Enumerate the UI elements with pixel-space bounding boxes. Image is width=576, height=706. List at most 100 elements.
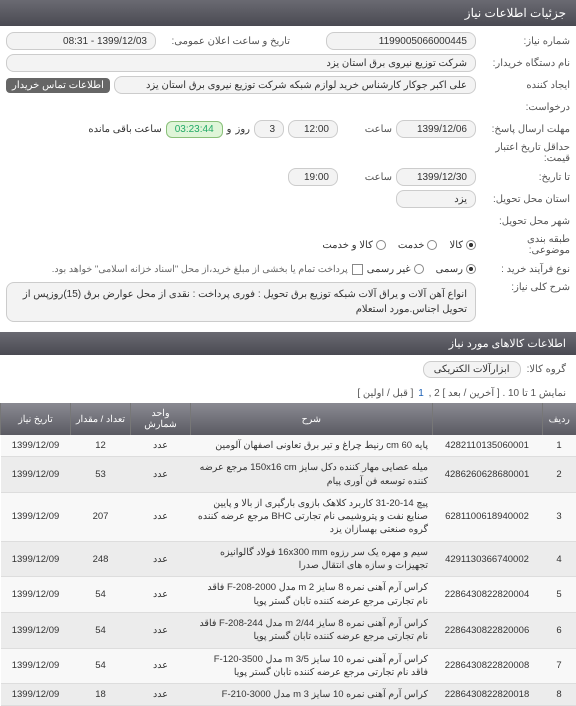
lbl-and: و (227, 124, 232, 135)
budget-label-2: کالا و خدمت (322, 240, 373, 251)
process-option-1[interactable]: غیر رسمی (367, 264, 424, 275)
payment-note: پرداخت تمام یا بخشی از مبلغ خرید،از محل … (6, 264, 348, 275)
table-row: 82286430822820018کراس آرم آهنی نمره 10 س… (1, 684, 576, 706)
cell-unit: عدد (131, 577, 191, 613)
cell-unit: عدد (131, 612, 191, 648)
cell-desc: کراس آرم آهنی نمره 10 سایز 3/5 m مدل F-1… (191, 648, 433, 684)
lbl-creator: ایجاد کننده (480, 80, 570, 91)
cell-code: 4282110135060001 (432, 435, 542, 457)
budget-radio-group: کالا خدمت کالا و خدمت (322, 240, 476, 251)
cell-unit: عدد (131, 492, 191, 541)
lbl-to-date: تا تاریخ: (480, 172, 570, 183)
lbl-public-time: تاریخ و ساعت اعلان عمومی: (160, 36, 290, 47)
col-header-3: واحد شمارش (131, 403, 191, 435)
cell-desc: سیم و مهره یک سر رزوه 16x300 mm فولاد گا… (191, 541, 433, 577)
lbl-main-desc: شرح کلی نیاز: (480, 282, 570, 293)
cell-unit: عدد (131, 684, 191, 706)
need-no-field: 1199005066000445 (326, 32, 476, 50)
col-header-2: شرح (191, 403, 433, 435)
budget-label-0: کالا (449, 240, 463, 251)
lbl-process: نوع فرآیند خرید : (480, 264, 570, 275)
cell-qty: 54 (71, 577, 131, 613)
pager: نمایش 1 تا 10 . [ آخرین / بعد ] 2 , 1 [ … (0, 384, 576, 403)
cell-desc: کراس آرم آهنی نمره 8 سایز 2 m مدل F-208-… (191, 577, 433, 613)
lbl-hour1: ساعت (342, 124, 392, 135)
cell-code: 2286430822820018 (432, 684, 542, 706)
process-label-0: رسمی (436, 264, 463, 275)
cell-date: 1399/12/09 (1, 612, 71, 648)
lbl-city: شهر محل تحویل: (480, 216, 570, 227)
radio-dot-icon (427, 240, 437, 250)
cell-desc: پیچ 14-20-31 کاربرد کلاهک بازوی بارگیری … (191, 492, 433, 541)
cell-n: 5 (542, 577, 576, 613)
cell-unit: عدد (131, 435, 191, 457)
pager-text: نمایش 1 تا 10 . [ آخرین / بعد ] 2 , (429, 388, 566, 399)
cell-n: 6 (542, 612, 576, 648)
budget-option-1[interactable]: خدمت (398, 240, 438, 251)
timer-badge: 03:23:44 (166, 121, 223, 138)
cell-code: 2286430822820006 (432, 612, 542, 648)
lbl-province: استان محل تحویل: (480, 194, 570, 205)
cell-code: 4291130366740002 (432, 541, 542, 577)
col-header-4: تعداد / مقدار (71, 403, 131, 435)
process-radio-group: رسمی غیر رسمی (367, 264, 476, 275)
lbl-need-no: شماره نیاز: (480, 36, 570, 47)
radio-dot-icon (414, 264, 424, 274)
cell-qty: 54 (71, 612, 131, 648)
lbl-budget: طبقه بندی موضوعی: (480, 234, 570, 256)
lbl-group: گروه کالا: (527, 364, 566, 375)
cell-n: 8 (542, 684, 576, 706)
panel-title: جزئیات اطلاعات نیاز (0, 0, 576, 26)
cell-n: 2 (542, 457, 576, 493)
radio-dot-icon (466, 264, 476, 274)
cell-qty: 53 (71, 457, 131, 493)
budget-option-2[interactable]: کالا و خدمت (322, 240, 386, 251)
cell-date: 1399/12/09 (1, 457, 71, 493)
items-header: اطلاعات کالاهای مورد نیاز (0, 332, 576, 355)
lbl-send-deadline: مهلت ارسال پاسخ: (480, 124, 570, 135)
cell-unit: عدد (131, 648, 191, 684)
cell-date: 1399/12/09 (1, 541, 71, 577)
public-time-field: 1399/12/03 - 08:31 (6, 32, 156, 50)
lbl-request: درخواست: (480, 102, 570, 113)
days-field: 3 (254, 120, 284, 138)
cell-desc: کراس آرم آهنی نمره 10 سایز 3 m مدل F-210… (191, 684, 433, 706)
cell-qty: 18 (71, 684, 131, 706)
budget-option-0[interactable]: کالا (449, 240, 476, 251)
cell-desc: کراس آرم آهنی نمره 8 سایز m 2/44 مدل F-2… (191, 612, 433, 648)
table-row: 24286260628680001میله عصایی مهار کننده د… (1, 457, 576, 493)
cell-n: 7 (542, 648, 576, 684)
cell-desc: میله عصایی مهار کننده دکل سایز 150x16 cm… (191, 457, 433, 493)
province-field: یزد (396, 190, 476, 208)
pager-page-1[interactable]: 1 (418, 388, 424, 399)
send-date-field: 1399/12/06 (396, 120, 476, 138)
treasury-checkbox[interactable] (352, 264, 363, 275)
send-hour-field: 12:00 (288, 120, 338, 138)
cell-code: 4286260628680001 (432, 457, 542, 493)
lbl-remaining: ساعت باقی مانده (88, 124, 161, 135)
cell-date: 1399/12/09 (1, 577, 71, 613)
cell-qty: 12 (71, 435, 131, 457)
radio-dot-icon (466, 240, 476, 250)
table-row: 14282110135060001پایه cm 60 رنیط چراغ و … (1, 435, 576, 457)
cell-n: 1 (542, 435, 576, 457)
group-field: ابزارآلات الکتریکی (423, 361, 521, 378)
cell-date: 1399/12/09 (1, 648, 71, 684)
table-row: 52286430822820004کراس آرم آهنی نمره 8 سا… (1, 577, 576, 613)
process-option-0[interactable]: رسمی (436, 264, 476, 275)
cell-qty: 54 (71, 648, 131, 684)
radio-dot-icon (376, 240, 386, 250)
main-desc-field: انواع آهن آلات و یراق آلات شبکه توزیع بر… (6, 282, 476, 322)
lbl-min-validity: حداقل تاریخ اعتبار قیمت: (480, 142, 570, 164)
process-label-1: غیر رسمی (367, 264, 411, 275)
to-hour-field: 19:00 (288, 168, 338, 186)
cell-code: 6281100618940002 (432, 492, 542, 541)
contact-button[interactable]: اطلاعات تماس خریدار (6, 78, 110, 93)
creator-field: علی اکبر جوکار کارشناس خرید لوازم شبکه ش… (114, 76, 476, 94)
table-row: 36281100618940002پیچ 14-20-31 کاربرد کلا… (1, 492, 576, 541)
table-row: 62286430822820006کراس آرم آهنی نمره 8 سا… (1, 612, 576, 648)
cell-date: 1399/12/09 (1, 435, 71, 457)
cell-date: 1399/12/09 (1, 492, 71, 541)
to-date-field: 1399/12/30 (396, 168, 476, 186)
col-header-0: ردیف (542, 403, 576, 435)
